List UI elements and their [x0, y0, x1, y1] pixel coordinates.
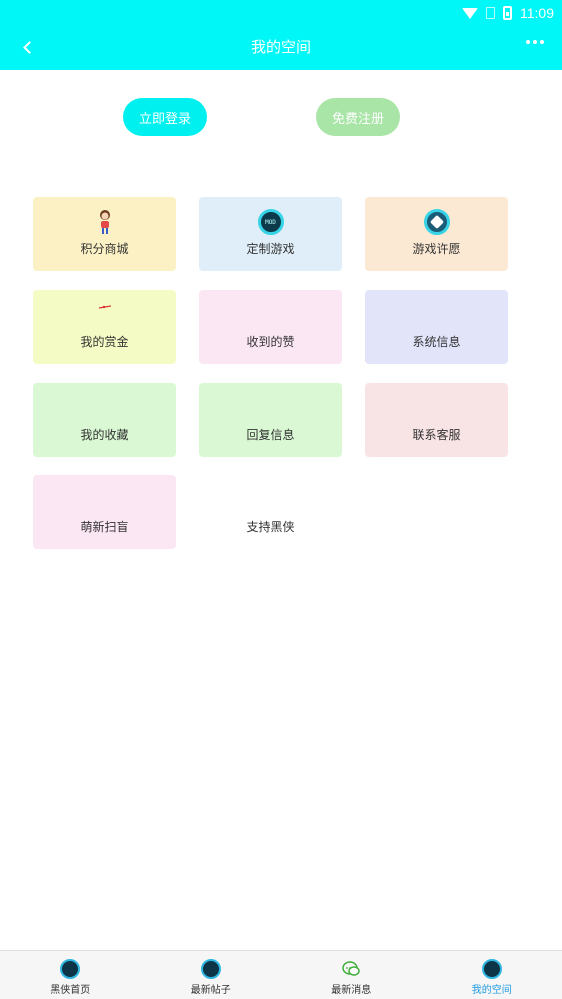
mod-game-icon: MOD [257, 209, 284, 235]
chat-icon [342, 961, 360, 976]
battery-icon [503, 6, 512, 20]
card-label: 系统信息 [412, 335, 461, 349]
status-bar: 11:09 [462, 2, 554, 24]
card-points-mall[interactable]: 积分商城 [33, 197, 176, 271]
card-my-favorites[interactable]: 我的收藏 [33, 383, 176, 457]
bottom-nav: 黑侠首页 最新帖子 最新消息 我的空间 [0, 950, 562, 999]
card-label: 收到的赞 [246, 335, 295, 349]
nav-my-space[interactable]: 我的空间 [422, 951, 562, 999]
card-label: 积分商城 [80, 242, 129, 256]
card-game-wish[interactable]: 游戏许愿 [365, 197, 508, 271]
signal-icon [486, 7, 495, 19]
mod-icon-text: MOD [265, 218, 276, 226]
top-bar: 11:09 我的空间 [0, 0, 562, 70]
card-label: 我的赏金 [80, 335, 129, 349]
nav-label: 黑侠首页 [50, 985, 91, 996]
card-label: 回复信息 [246, 428, 295, 442]
card-custom-games[interactable]: MOD 定制游戏 [199, 197, 342, 271]
register-button[interactable]: 免费注册 [316, 98, 400, 136]
nav-label: 最新帖子 [190, 985, 231, 996]
card-support[interactable]: 支持黑侠 [199, 475, 342, 549]
card-received-likes[interactable]: 收到的赞 [199, 290, 342, 364]
arrow-icon [98, 305, 111, 309]
more-options-button[interactable] [526, 40, 544, 44]
card-label: 联系客服 [412, 428, 461, 442]
dot-icon [533, 40, 537, 44]
card-newbie-guide[interactable]: 萌新扫盲 [33, 475, 176, 549]
nav-latest-posts[interactable]: 最新帖子 [141, 951, 282, 999]
card-label: 定制游戏 [246, 242, 295, 256]
my-space-icon [481, 959, 502, 979]
status-time: 11:09 [520, 5, 554, 21]
nav-home[interactable]: 黑侠首页 [0, 951, 141, 999]
card-label: 游戏许愿 [412, 242, 461, 256]
wifi-icon [462, 7, 478, 19]
nav-latest-messages[interactable]: 最新消息 [281, 951, 422, 999]
dot-icon [540, 40, 544, 44]
card-label: 萌新扫盲 [80, 520, 129, 534]
card-reply-info[interactable]: 回复信息 [199, 383, 342, 457]
login-button[interactable]: 立即登录 [123, 98, 207, 136]
home-icon [60, 959, 81, 979]
posts-icon [200, 959, 221, 979]
dot-icon [526, 40, 530, 44]
girl-icon [99, 210, 110, 234]
card-label: 支持黑侠 [246, 520, 295, 534]
page-title: 我的空间 [250, 38, 311, 56]
card-system-info[interactable]: 系统信息 [365, 290, 508, 364]
card-contact-service[interactable]: 联系客服 [365, 383, 508, 457]
nav-label: 最新消息 [331, 985, 372, 996]
nav-label: 我的空间 [471, 985, 512, 996]
wish-icon [423, 209, 450, 235]
card-my-bounty[interactable]: 我的赏金 [33, 290, 176, 364]
card-label: 我的收藏 [80, 428, 129, 442]
